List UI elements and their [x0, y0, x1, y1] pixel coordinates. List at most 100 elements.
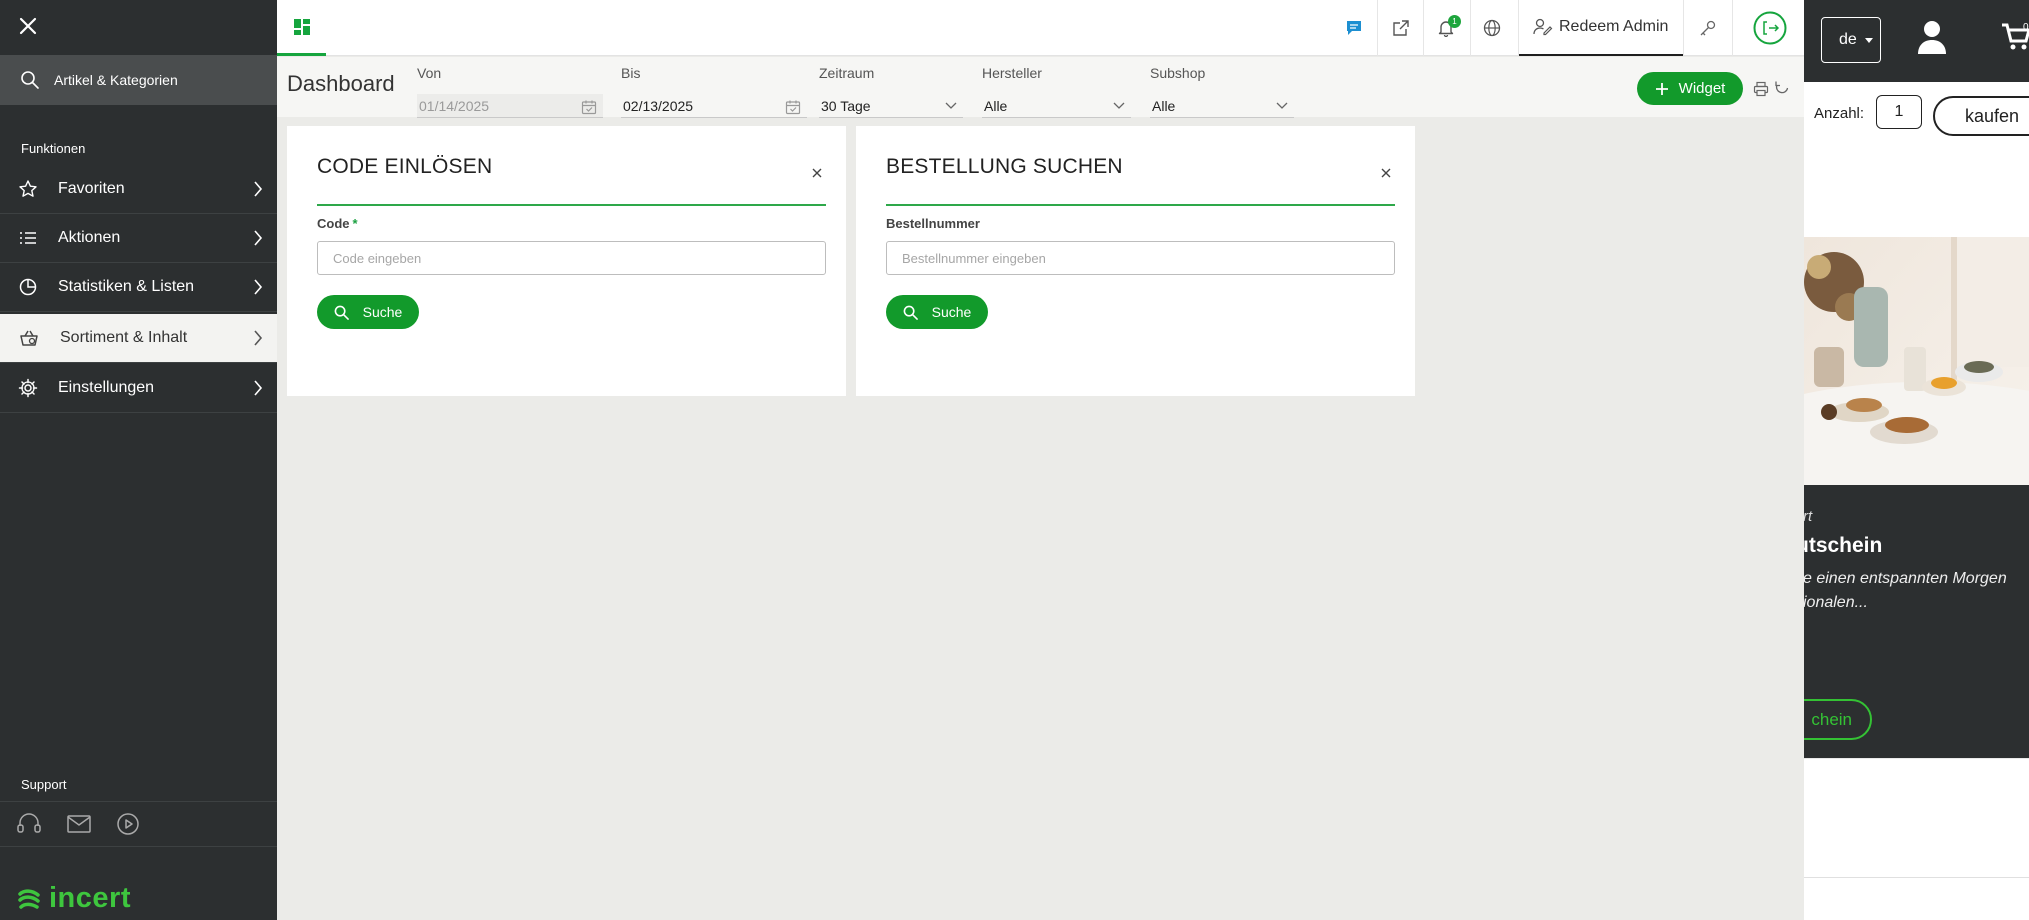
- chat-button[interactable]: [1344, 14, 1364, 42]
- external-link-button[interactable]: [1389, 14, 1413, 42]
- sidebar-item-aktionen[interactable]: Aktionen: [0, 214, 277, 263]
- close-icon: [19, 17, 37, 35]
- code-input[interactable]: [317, 241, 826, 275]
- date-to-value: 02/13/2025: [623, 97, 694, 114]
- quantity-label: Anzahl:: [1814, 105, 1865, 122]
- order-search-widget: BESTELLUNG SUCHEN Bestellnummer Suche: [856, 126, 1415, 396]
- plus-icon: [1655, 82, 1668, 95]
- cart-count: 0: [2023, 22, 2029, 33]
- date-from-field[interactable]: Von 01/14/2025: [417, 65, 603, 118]
- refresh-icon[interactable]: [1774, 80, 1790, 96]
- code-search-button[interactable]: Suche: [317, 295, 419, 329]
- sidebar-item-label: Statistiken & Listen: [58, 278, 195, 295]
- close-widget-icon[interactable]: [1379, 166, 1393, 180]
- pie-chart-icon: [19, 278, 37, 296]
- sidebar-item-label: Einstellungen: [58, 379, 155, 396]
- date-to-input[interactable]: 02/13/2025: [621, 94, 807, 118]
- globe-icon: [1483, 19, 1501, 37]
- manufacturer-label: Hersteller: [982, 65, 1042, 81]
- logout-button[interactable]: [1753, 11, 1787, 45]
- chevron-right-icon: [254, 380, 263, 396]
- search-icon: [903, 305, 918, 320]
- redeem-code-widget: CODE EINLÖSEN Code* Suche: [287, 126, 846, 396]
- sidebar-search-articles[interactable]: Artikel & Kategorien: [0, 55, 277, 105]
- key-button[interactable]: [1696, 14, 1720, 42]
- support-headset-button[interactable]: [16, 812, 42, 836]
- product-teaser: rt utschein e einen entspannten Morgen i…: [1804, 485, 2029, 758]
- user-menu-button[interactable]: Redeem Admin: [1519, 0, 1683, 56]
- chevron-right-icon: [254, 330, 263, 346]
- add-widget-button[interactable]: Widget: [1637, 72, 1743, 105]
- close-widget-icon[interactable]: [810, 166, 824, 180]
- support-video-button[interactable]: [116, 812, 140, 836]
- sidebar-item-label: Sortiment & Inhalt: [60, 329, 188, 346]
- basket-icon: [20, 330, 38, 346]
- star-icon: [19, 180, 37, 197]
- dashboard-icon: [293, 18, 310, 35]
- chevron-down-icon: [1276, 102, 1288, 109]
- product-title: utschein: [1804, 534, 1883, 557]
- product-voucher-button[interactable]: chein: [1804, 699, 1872, 740]
- code-search-label: Suche: [362, 304, 403, 320]
- product-subtitle: rt: [1804, 508, 1813, 525]
- subshop-label: Subshop: [1150, 65, 1206, 81]
- widget-title: CODE EINLÖSEN: [317, 155, 493, 178]
- widget-title: BESTELLUNG SUCHEN: [886, 155, 1123, 178]
- order-number-label: Bestellnummer: [886, 216, 980, 231]
- incert-logo: incert: [17, 882, 131, 915]
- subshop-select-input[interactable]: Alle: [1150, 94, 1294, 118]
- shop-website-background: de 0 Anzahl: 1 kaufen t utschein e einen…: [1804, 0, 2029, 920]
- product-image: [1804, 237, 2029, 485]
- order-number-input[interactable]: [886, 241, 1395, 275]
- section-support-heading: Support: [21, 777, 67, 792]
- date-to-field[interactable]: Bis 02/13/2025: [621, 65, 807, 118]
- order-search-label: Suche: [931, 304, 972, 320]
- search-icon: [334, 305, 349, 320]
- sidebar-item-favoriten[interactable]: Favoriten: [0, 165, 277, 214]
- shop-language-value: de: [1839, 31, 1857, 48]
- chevron-right-icon: [254, 279, 263, 295]
- sidebar-item-einstellungen[interactable]: Einstellungen: [0, 364, 277, 413]
- dashboard-tab[interactable]: [277, 0, 326, 56]
- manufacturer-select[interactable]: Hersteller Alle: [982, 65, 1131, 118]
- sidebar-search-label: Artikel & Kategorien: [54, 72, 178, 88]
- logo-text: incert: [49, 882, 131, 914]
- mail-icon: [67, 815, 91, 833]
- code-field-label: Code *: [317, 216, 358, 231]
- support-mail-button[interactable]: [66, 814, 92, 834]
- product-description: e einen entspannten Morgen ionalen...: [1804, 570, 2007, 611]
- sidebar-item-statistiken[interactable]: Statistiken & Listen: [0, 263, 277, 312]
- sidebar: Artikel & Kategorien Funktionen Favorite…: [0, 0, 277, 920]
- quantity-input[interactable]: 1: [1876, 95, 1922, 129]
- user-icon[interactable]: [1917, 20, 1947, 54]
- shop-language-select[interactable]: de: [1821, 17, 1881, 63]
- period-label: Zeitraum: [819, 65, 875, 81]
- headset-icon: [17, 813, 41, 833]
- logo-mark-icon: [18, 888, 40, 909]
- notifications-button[interactable]: 1: [1434, 14, 1461, 42]
- buy-button[interactable]: kaufen: [1933, 96, 2029, 136]
- chat-icon: [1347, 21, 1361, 35]
- support-links: [0, 801, 277, 847]
- external-link-icon: [1393, 20, 1409, 36]
- required-marker: *: [352, 216, 358, 231]
- dashboard-filter-bar: Dashboard Von 01/14/2025 Bis 02/13/2025 …: [277, 57, 1804, 118]
- chevron-down-icon: [1113, 102, 1125, 109]
- print-icon[interactable]: [1753, 81, 1769, 97]
- language-globe-button[interactable]: [1480, 14, 1504, 42]
- subshop-select[interactable]: Subshop Alle: [1150, 65, 1294, 118]
- user-edit-icon: [1533, 18, 1553, 36]
- user-name: Redeem Admin: [1559, 18, 1669, 35]
- period-select-input[interactable]: 30 Tage: [819, 94, 963, 118]
- period-select[interactable]: Zeitraum 30 Tage: [819, 65, 963, 118]
- date-from-input[interactable]: 01/14/2025: [417, 94, 603, 118]
- sidebar-item-sortiment[interactable]: Sortiment & Inhalt: [0, 314, 277, 363]
- chevron-right-icon: [254, 181, 263, 197]
- manufacturer-select-input[interactable]: Alle: [982, 94, 1131, 118]
- close-sidebar-button[interactable]: [14, 12, 42, 40]
- search-icon: [21, 71, 39, 89]
- sidebar-item-label: Favoriten: [58, 180, 125, 197]
- order-search-button[interactable]: Suche: [886, 295, 988, 329]
- manufacturer-value: Alle: [984, 97, 1008, 114]
- shop-header: de 0: [1804, 0, 2029, 82]
